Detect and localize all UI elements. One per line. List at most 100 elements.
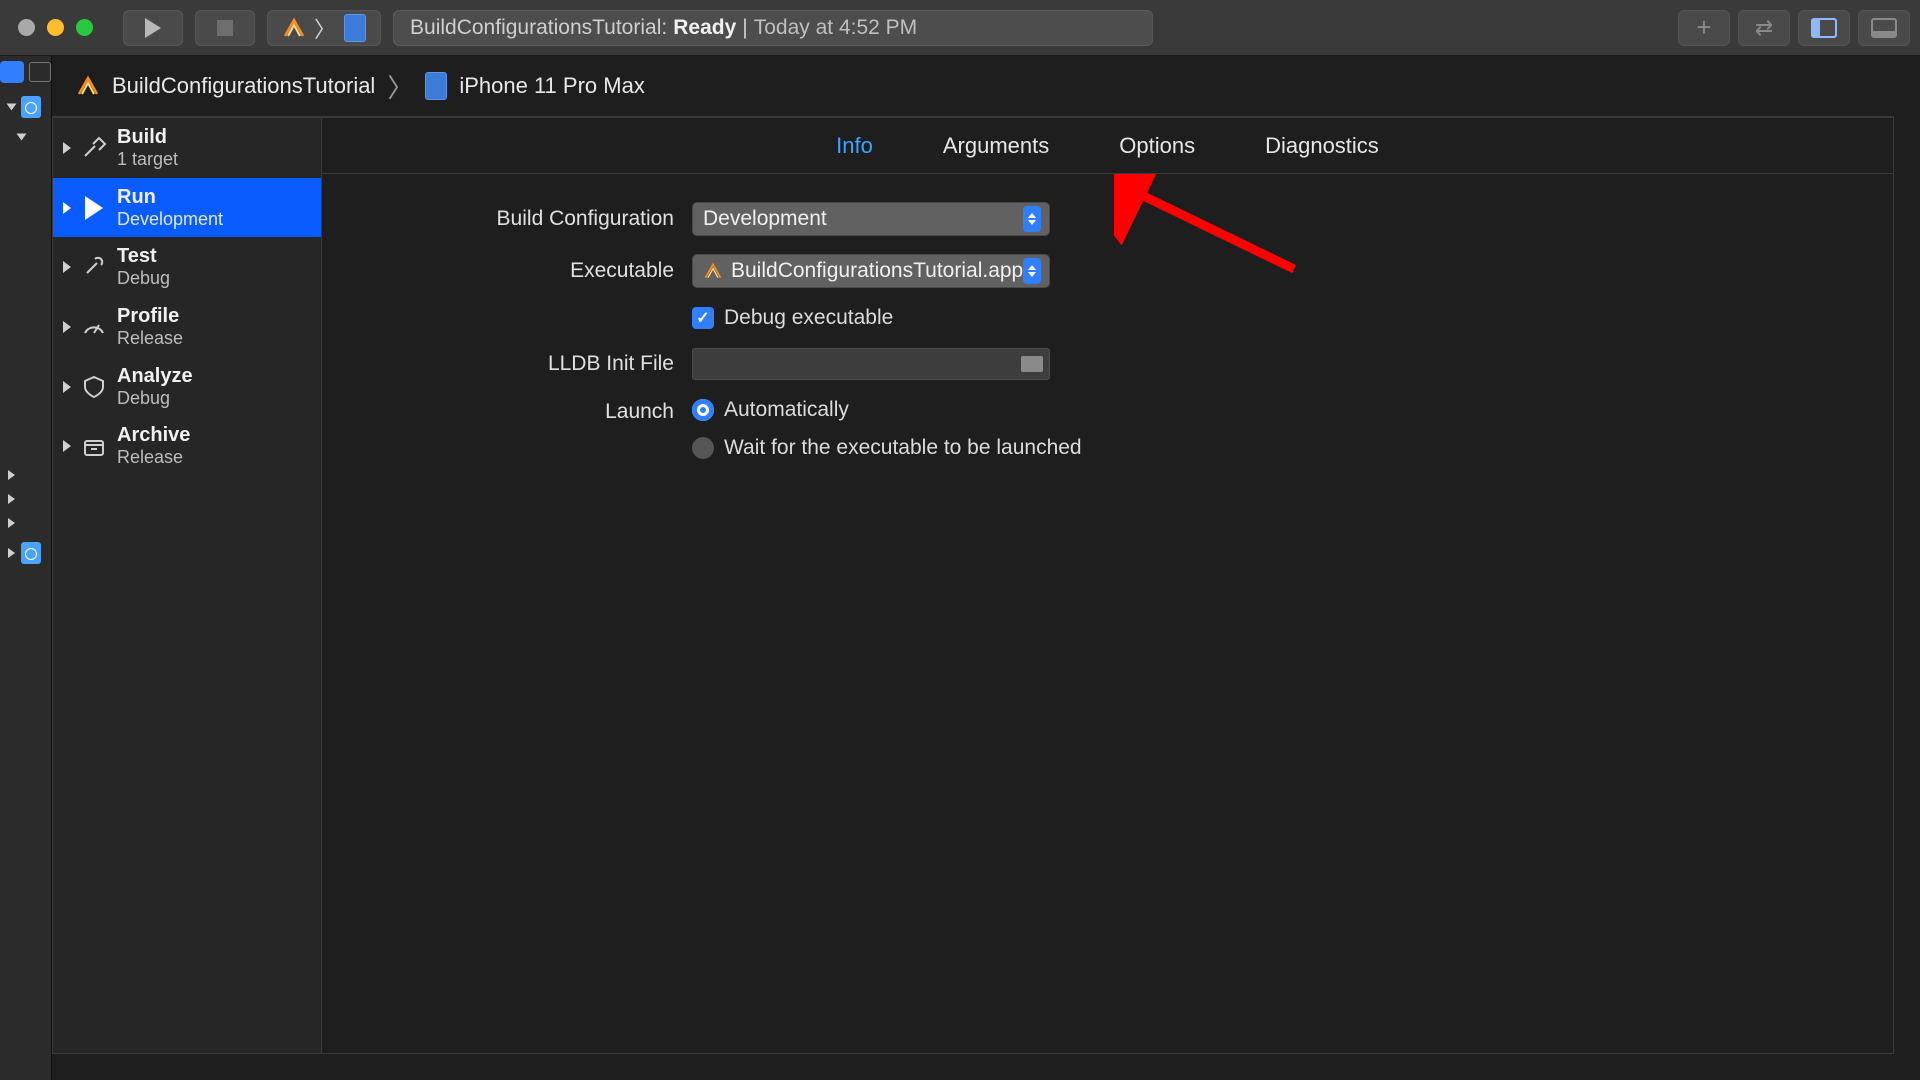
scheme-item-subtitle: Release (117, 328, 183, 349)
toggle-bottom-panel-button[interactable] (1858, 10, 1910, 46)
tab-diagnostics[interactable]: Diagnostics (1265, 133, 1379, 159)
executable-value: BuildConfigurationsTutorial.app (731, 259, 1023, 283)
label-launch: Launch (362, 398, 692, 424)
debug-executable-checkbox[interactable]: Debug executable (692, 306, 1052, 330)
radio-on-icon (692, 399, 714, 421)
nav-row-1[interactable] (0, 96, 51, 118)
main-area: BuildConfigurationsTutorial 〉 iPhone 11 … (52, 56, 1920, 1080)
disclosure-triangle-icon (17, 134, 27, 141)
scheme-item-archive[interactable]: Archive Release (53, 416, 321, 476)
disclosure-triangle-icon (8, 470, 15, 480)
close-window-dot[interactable] (18, 19, 35, 36)
tab-info[interactable]: Info (836, 133, 873, 159)
disclosure-triangle-icon (63, 321, 71, 333)
window-traffic-lights (18, 19, 93, 36)
build-configuration-select[interactable]: Development (692, 202, 1050, 236)
disclosure-triangle-icon (7, 104, 17, 111)
panel-left-icon (1811, 18, 1837, 38)
panel-bottom-icon (1871, 18, 1897, 38)
nav-row-2[interactable] (0, 132, 51, 142)
status-ready: Ready (673, 16, 736, 40)
updown-stepper-icon (1023, 258, 1041, 284)
scheme-item-title: Test (117, 245, 170, 268)
chevron-right-icon: 〉 (387, 68, 413, 105)
project-file-icon (21, 542, 41, 564)
scheme-item-analyze[interactable]: Analyze Debug (53, 357, 321, 417)
scheme-item-test[interactable]: Test Debug (53, 237, 321, 297)
scheme-item-title: Run (117, 186, 223, 209)
scheme-item-run[interactable]: Run Development (53, 178, 321, 238)
status-project: BuildConfigurationsTutorial: (410, 16, 667, 40)
wrench-icon (81, 255, 107, 279)
scheme-item-subtitle: Development (117, 209, 223, 230)
scheme-item-build[interactable]: Build 1 target (53, 118, 321, 178)
label-executable: Executable (362, 259, 692, 283)
play-icon (145, 18, 161, 38)
chevron-right-icon: 〉 (314, 12, 336, 44)
breadcrumb: BuildConfigurationsTutorial 〉 iPhone 11 … (52, 56, 1920, 116)
run-button[interactable] (123, 10, 183, 46)
archive-box-icon (81, 434, 107, 458)
disclosure-triangle-icon (63, 142, 71, 154)
nav-row-5[interactable] (0, 518, 51, 528)
toggle-left-panel-button[interactable] (1798, 10, 1850, 46)
info-form: Build Configuration Development Executab… (322, 174, 1893, 488)
executable-select[interactable]: BuildConfigurationsTutorial.app (692, 254, 1050, 288)
navigator-rail (0, 56, 52, 1080)
launch-auto-label: Automatically (724, 398, 849, 422)
scheme-actions-list: Build 1 target Run Development (52, 117, 322, 1054)
stop-icon (217, 20, 233, 36)
tab-arguments[interactable]: Arguments (943, 133, 1049, 159)
app-icon (76, 74, 100, 98)
disclosure-triangle-icon (63, 440, 71, 452)
scheme-item-profile[interactable]: Profile Release (53, 297, 321, 357)
project-file-icon (21, 96, 41, 118)
launch-automatically-radio[interactable]: Automatically (692, 398, 1853, 422)
nav-row-3[interactable] (0, 470, 51, 480)
app-icon (282, 16, 306, 40)
disclosure-triangle-icon (63, 261, 71, 273)
project-navigator-tab[interactable] (1, 62, 23, 82)
navigator-tabs (1, 62, 51, 82)
other-navigator-tab[interactable] (29, 62, 51, 82)
checkbox-checked-icon (692, 307, 714, 329)
status-time: Today at 4:52 PM (754, 16, 917, 40)
scheme-item-subtitle: Debug (117, 268, 170, 289)
disclosure-triangle-icon (8, 494, 15, 504)
play-icon (81, 196, 107, 220)
minimize-window-dot[interactable] (47, 19, 64, 36)
disclosure-triangle-icon (8, 518, 15, 528)
radio-off-icon (692, 437, 714, 459)
breadcrumb-device[interactable]: iPhone 11 Pro Max (459, 73, 644, 99)
zoom-window-dot[interactable] (76, 19, 93, 36)
hammer-icon (81, 136, 107, 160)
add-button[interactable]: + (1678, 10, 1730, 46)
activity-status-bar: BuildConfigurationsTutorial: Ready | Tod… (393, 10, 1153, 46)
scheme-item-title: Build (117, 126, 178, 149)
scheme-editor: Build 1 target Run Development (52, 116, 1894, 1054)
disclosure-triangle-icon (63, 381, 71, 393)
launch-wait-radio[interactable]: Wait for the executable to be launched (692, 436, 1853, 460)
toolbar: 〉 BuildConfigurationsTutorial: Ready | T… (0, 0, 1920, 56)
gauge-icon (81, 315, 107, 339)
detail-tabs: Info Arguments Options Diagnostics (322, 118, 1893, 174)
scheme-item-title: Profile (117, 305, 183, 328)
lldb-init-field[interactable] (692, 348, 1050, 380)
code-review-button[interactable]: ⇄ (1738, 10, 1790, 46)
folder-icon (1021, 356, 1043, 372)
simulator-icon (425, 72, 447, 100)
nav-row-4[interactable] (0, 494, 51, 504)
label-build-configuration: Build Configuration (362, 207, 692, 231)
launch-wait-label: Wait for the executable to be launched (724, 436, 1082, 460)
swap-icon: ⇄ (1755, 15, 1773, 41)
breadcrumb-project[interactable]: BuildConfigurationsTutorial (112, 73, 375, 99)
status-separator: | (742, 16, 747, 40)
body: BuildConfigurationsTutorial 〉 iPhone 11 … (0, 56, 1920, 1080)
scheme-item-title: Archive (117, 424, 190, 447)
tab-options[interactable]: Options (1119, 133, 1195, 159)
stop-button[interactable] (195, 10, 255, 46)
debug-executable-label: Debug executable (724, 306, 893, 330)
shield-icon (81, 375, 107, 399)
scheme-selector[interactable]: 〉 (267, 10, 381, 46)
nav-row-6[interactable] (0, 542, 51, 564)
